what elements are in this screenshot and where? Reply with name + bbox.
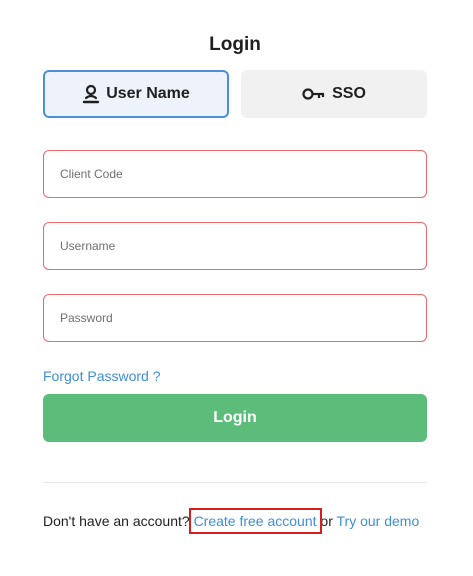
password-input[interactable] xyxy=(43,294,427,342)
client-code-input[interactable] xyxy=(43,150,427,198)
login-page: Login User Name SSO Forgot Password ? Lo… xyxy=(0,0,473,576)
signup-prompt: Don't have an account? Create free accou… xyxy=(43,508,427,534)
divider xyxy=(43,482,427,483)
username-input[interactable] xyxy=(43,222,427,270)
create-free-account-link[interactable]: Create free account xyxy=(188,508,322,534)
user-icon xyxy=(82,84,100,104)
page-title: Login xyxy=(209,34,261,55)
signup-or-text: or xyxy=(316,513,337,529)
tab-sso-label: SSO xyxy=(332,85,366,102)
try-demo-link[interactable]: Try our demo xyxy=(337,513,420,529)
tab-user-name-label: User Name xyxy=(106,85,190,102)
login-button[interactable]: Login xyxy=(43,394,427,442)
tab-sso[interactable]: SSO xyxy=(241,70,427,118)
key-icon xyxy=(302,87,326,101)
signup-prefix-text: Don't have an account? xyxy=(43,513,194,529)
tab-user-name[interactable]: User Name xyxy=(43,70,229,118)
forgot-password-link[interactable]: Forgot Password ? xyxy=(43,368,161,384)
